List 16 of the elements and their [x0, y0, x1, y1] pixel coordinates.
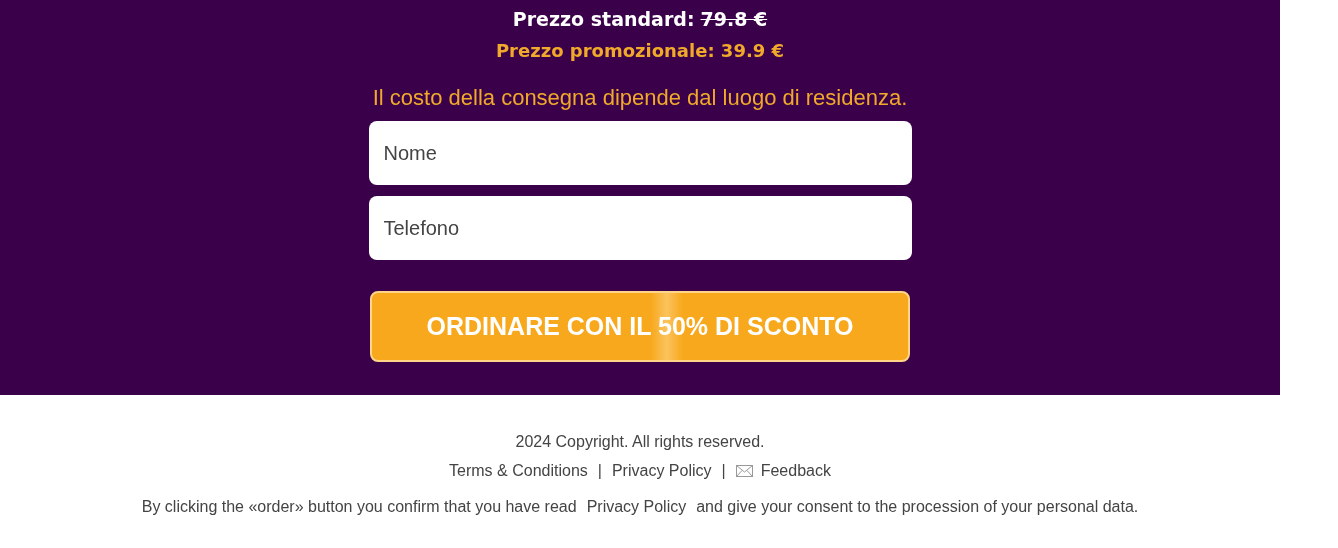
- input-field[interactable]: Telefono: [368, 196, 912, 260]
- promo-price: Prezzo promozionale: 39.9 €: [495, 39, 785, 63]
- separator: |: [721, 461, 726, 481]
- input-field[interactable]: Nome: [368, 121, 912, 185]
- copyright-text: 2024 Copyright. All rights reserved.: [515, 432, 765, 452]
- delivery-note: Il costo della consegna dipende dal luogo di residenza.: [372, 84, 908, 112]
- consent-text: and give your consent to the procession of your personal data.: [696, 497, 1139, 517]
- privacy-policy-link[interactable]: Privacy Policy: [586, 497, 687, 517]
- standard-price: 79.8 €: [700, 7, 768, 32]
- standard-price-label: Prezzo standard:: [512, 7, 695, 32]
- footer-link[interactable]: Privacy Policy: [611, 461, 712, 481]
- separator: |: [597, 461, 602, 481]
- envelope-icon: [735, 465, 753, 477]
- consent-text: By clicking the «order» button you confirm that you have read: [141, 497, 577, 517]
- footer-link[interactable]: Terms & Conditions: [449, 461, 588, 481]
- feedback-link[interactable]: Feedback: [735, 461, 831, 481]
